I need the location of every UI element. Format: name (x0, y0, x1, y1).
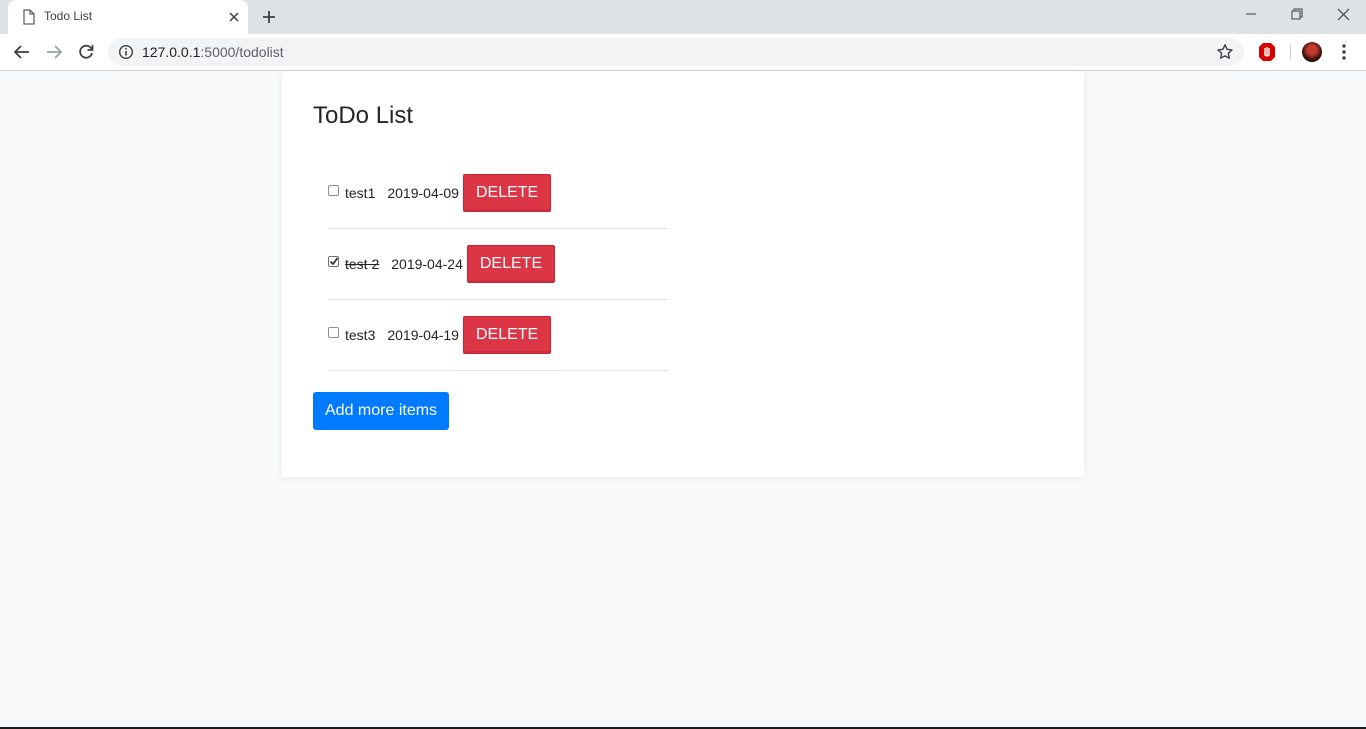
avatar[interactable] (1302, 42, 1322, 62)
url-text: 127.0.0.1:5000/todolist (142, 44, 284, 60)
kebab-menu-icon[interactable] (1336, 42, 1352, 62)
url-host: 127.0.0.1 (142, 44, 201, 60)
plus-icon[interactable] (260, 8, 278, 26)
forward-arrow-icon[interactable] (44, 42, 64, 62)
todo-name: test1 (345, 185, 376, 201)
adblock-icon[interactable] (1258, 42, 1276, 62)
info-icon[interactable] (118, 44, 134, 60)
todo-item: test3 2019-04-19 DELETE (328, 300, 668, 371)
todo-date: 2019-04-19 (387, 327, 459, 343)
todo-card: ToDo List test1 2019-04-09 DELETE test 2… (282, 71, 1084, 477)
browser-toolbar: 127.0.0.1:5000/todolist (0, 34, 1366, 71)
reload-icon[interactable] (76, 42, 96, 62)
close-icon[interactable] (226, 9, 242, 25)
todo-name: test3 (345, 327, 376, 343)
todo-checkbox[interactable] (328, 326, 339, 338)
todo-date: 2019-04-09 (387, 185, 459, 201)
todo-name: test 2 (345, 256, 380, 272)
tab-strip: Todo List (0, 0, 1366, 34)
todo-checkbox[interactable] (328, 255, 339, 267)
restore-icon[interactable] (1274, 0, 1320, 30)
todo-list: test1 2019-04-09 DELETE test 2 2019-04-2… (328, 158, 668, 371)
todo-date: 2019-04-24 (391, 256, 463, 272)
browser-tab[interactable]: Todo List (8, 0, 248, 34)
toolbar-divider (1290, 44, 1291, 60)
todo-item: test 2 2019-04-24 DELETE (328, 229, 668, 300)
page-icon (23, 9, 35, 25)
todo-item: test1 2019-04-09 DELETE (328, 158, 668, 229)
page-title: ToDo List (313, 102, 414, 129)
address-bar[interactable]: 127.0.0.1:5000/todolist (108, 38, 1244, 66)
add-more-items-button[interactable]: Add more items (313, 392, 450, 430)
back-arrow-icon[interactable] (12, 42, 32, 62)
tab-title: Todo List (44, 9, 93, 23)
check-icon (329, 256, 339, 265)
star-icon[interactable] (1216, 43, 1234, 61)
minimize-icon[interactable] (1228, 0, 1274, 30)
window-close-icon[interactable] (1320, 0, 1366, 30)
delete-button[interactable]: DELETE (462, 316, 552, 354)
delete-button[interactable]: DELETE (466, 245, 556, 283)
delete-button[interactable]: DELETE (462, 174, 552, 212)
todo-checkbox[interactable] (328, 184, 339, 196)
url-path: :5000/todolist (200, 44, 284, 60)
